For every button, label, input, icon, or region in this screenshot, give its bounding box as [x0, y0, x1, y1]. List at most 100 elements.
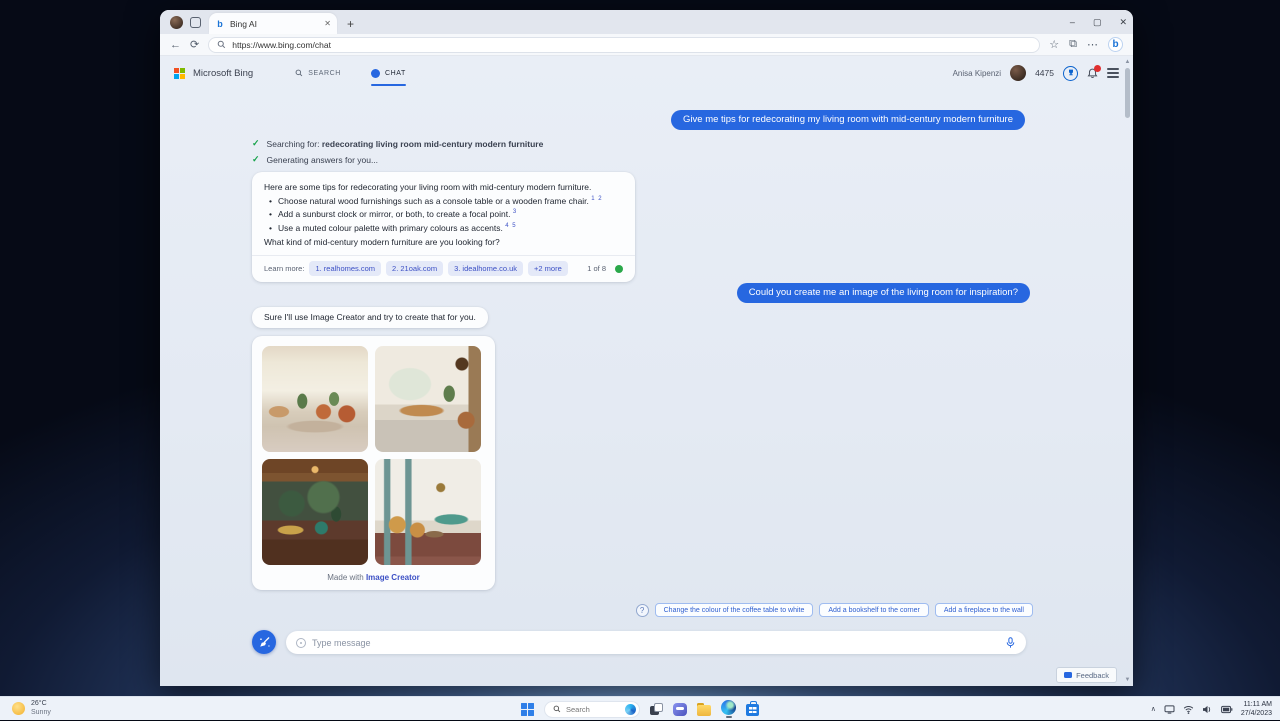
display-icon[interactable] — [1164, 705, 1175, 714]
browser-profile-avatar[interactable] — [170, 16, 183, 29]
suggestion-chip[interactable]: Add a bookshelf to the corner — [819, 603, 928, 617]
status-dot-icon — [615, 265, 623, 273]
browser-window: b Bing AI ✕ + – ▢ ✕ ← ⟳ https://www.bing… — [160, 10, 1133, 686]
scroll-up-icon[interactable]: ▲ — [1125, 58, 1131, 66]
microphone-icon[interactable] — [1005, 637, 1016, 649]
feedback-chat-icon — [1064, 672, 1072, 678]
check-icon: ✓ — [252, 138, 260, 149]
broom-icon — [258, 636, 271, 649]
tab-close-icon[interactable]: ✕ — [324, 19, 331, 28]
tab-chat-label: CHAT — [385, 70, 406, 77]
clock-time: 11:11 AM — [1241, 700, 1272, 709]
weather-widget[interactable]: 26°C Sunny — [12, 699, 51, 718]
feedback-label: Feedback — [1076, 671, 1109, 680]
browser-tab[interactable]: b Bing AI ✕ — [209, 13, 337, 34]
learn-more-label: Learn more: — [264, 263, 304, 275]
taskbar-search-input[interactable] — [566, 705, 620, 714]
bing-favicon-icon: b — [215, 19, 225, 29]
user-message-1: Give me tips for redecorating my living … — [671, 110, 1025, 130]
tab-search-label: SEARCH — [308, 70, 341, 77]
answer-bullet: Choose natural wood furnishings such as … — [268, 195, 623, 208]
address-bar[interactable]: https://www.bing.com/chat — [208, 37, 1040, 53]
user-name[interactable]: Anisa Kipenzi — [953, 69, 1001, 78]
page-scrollbar[interactable]: ▲ ▼ — [1123, 58, 1132, 684]
searching-query: redecorating living room mid-century mod… — [322, 139, 544, 149]
suggestion-row: ? Change the colour of the coffee table … — [636, 603, 1033, 617]
generated-image-4[interactable] — [375, 459, 481, 565]
store-button[interactable] — [746, 704, 759, 716]
generated-image-1[interactable] — [262, 346, 368, 452]
scroll-down-icon[interactable]: ▼ — [1125, 676, 1131, 684]
answer-bullets: Choose natural wood furnishings such as … — [268, 195, 623, 235]
new-topic-button[interactable] — [252, 630, 276, 654]
start-button[interactable] — [521, 703, 534, 716]
feedback-button[interactable]: Feedback — [1056, 667, 1117, 683]
edge-active-indicator — [726, 716, 732, 718]
notification-badge — [1094, 65, 1101, 72]
battery-icon[interactable] — [1221, 705, 1233, 714]
search-icon — [295, 69, 303, 77]
bing-sidebar-button[interactable]: b — [1108, 37, 1123, 52]
rewards-points[interactable]: 4475 — [1035, 68, 1054, 78]
citation-chip-more[interactable]: +2 more — [528, 261, 568, 277]
wifi-icon[interactable] — [1183, 705, 1194, 714]
weather-condition: Sunny — [31, 708, 51, 717]
edge-icon — [721, 700, 736, 715]
input-context-icon — [296, 638, 306, 648]
citation-superscript[interactable]: 1 2 — [591, 196, 602, 202]
minimize-button[interactable]: – — [1070, 17, 1075, 27]
teams-chat-button[interactable] — [673, 703, 687, 716]
bot-message-card: Sure I'll use Image Creator and try to c… — [252, 307, 488, 328]
message-input[interactable] — [312, 638, 999, 648]
favorites-add-icon[interactable]: ☆ — [1049, 38, 1059, 51]
task-view-button[interactable] — [650, 703, 663, 715]
citation-superscript[interactable]: 3 — [513, 210, 517, 216]
scrollbar-thumb[interactable] — [1125, 68, 1130, 118]
citation-chip[interactable]: 1. realhomes.com — [309, 261, 381, 277]
taskbar: 26°C Sunny ∧ — [0, 696, 1280, 720]
tab-search[interactable]: SEARCH — [295, 56, 341, 90]
url-text[interactable]: https://www.bing.com/chat — [232, 40, 331, 50]
help-icon[interactable]: ? — [636, 604, 649, 617]
maximize-button[interactable]: ▢ — [1093, 17, 1102, 28]
browser-titlebar: b Bing AI ✕ + – ▢ ✕ — [160, 10, 1133, 34]
bing-brand[interactable]: Microsoft Bing — [193, 68, 253, 79]
citation-chip[interactable]: 3. idealhome.co.uk — [448, 261, 523, 277]
edge-button[interactable] — [721, 700, 736, 718]
citation-superscript[interactable]: 4 5 — [505, 223, 516, 229]
tab-chat[interactable]: CHAT — [371, 56, 406, 90]
chat-icon — [371, 69, 380, 78]
clock-date: 27/4/2023 — [1241, 709, 1272, 718]
citation-chip[interactable]: 2. 21oak.com — [386, 261, 443, 277]
message-input-bar — [286, 631, 1026, 654]
generated-image-3[interactable] — [262, 459, 368, 565]
more-menu-icon[interactable]: ⋯ — [1087, 38, 1098, 51]
tab-actions-icon[interactable] — [190, 17, 201, 28]
refresh-icon[interactable]: ⟳ — [190, 38, 199, 51]
bing-header: Microsoft Bing SEARCH CHAT Anisa Kipenzi… — [160, 56, 1133, 90]
back-icon[interactable]: ← — [170, 39, 181, 51]
status-searching: ✓ Searching for: redecorating living roo… — [252, 138, 543, 149]
taskbar-clock[interactable]: 11:11 AM 27/4/2023 — [1241, 700, 1272, 718]
hamburger-menu-icon[interactable] — [1107, 68, 1119, 78]
generated-image-2[interactable] — [375, 346, 481, 452]
collections-icon[interactable]: ⧉ — [1069, 38, 1077, 51]
new-tab-button[interactable]: + — [347, 17, 354, 34]
close-button[interactable]: ✕ — [1119, 17, 1127, 28]
status-generating: ✓ Generating answers for you... — [252, 154, 378, 165]
answer-card: Here are some tips for redecorating your… — [252, 172, 635, 282]
file-explorer-button[interactable] — [697, 705, 711, 716]
suggestion-chip[interactable]: Add a fireplace to the wall — [935, 603, 1033, 617]
learn-more-row: Learn more: 1. realhomes.com 2. 21oak.co… — [252, 255, 635, 283]
notifications-button[interactable] — [1087, 68, 1098, 79]
site-info-icon[interactable] — [217, 40, 226, 49]
user-avatar[interactable] — [1010, 65, 1026, 81]
rewards-trophy-icon[interactable] — [1063, 66, 1078, 81]
tray-chevron-icon[interactable]: ∧ — [1151, 705, 1156, 713]
taskbar-search[interactable] — [544, 701, 640, 718]
volume-icon[interactable] — [1202, 705, 1213, 714]
image-creator-link[interactable]: Image Creator — [366, 573, 420, 582]
suggestion-chip[interactable]: Change the colour of the coffee table to… — [655, 603, 814, 617]
bing-search-icon — [625, 704, 636, 715]
searching-label: Searching for: — [267, 139, 320, 149]
